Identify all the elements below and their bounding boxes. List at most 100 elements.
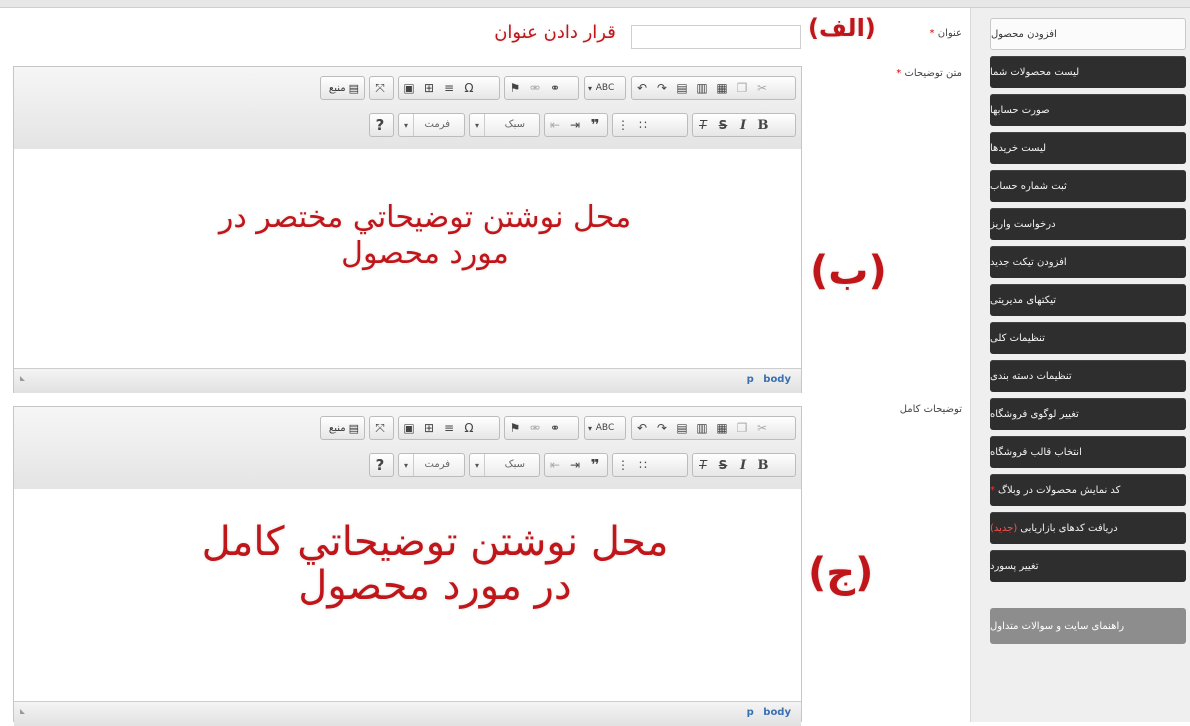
help-icon[interactable]: ? — [370, 114, 390, 136]
italic-icon[interactable]: I — [733, 114, 753, 136]
maximize-icon[interactable]: ⤧ — [370, 77, 390, 99]
paste-word-icon[interactable]: ▤ — [672, 417, 692, 439]
sidebar-item-select-template[interactable]: انتخاب قالب فروشگاه — [990, 436, 1186, 468]
top-border — [0, 0, 1190, 8]
help-group: ? — [369, 113, 394, 137]
sidebar-item-product-list[interactable]: لیست محصولات شما — [990, 56, 1186, 88]
sidebar-item-help-faq[interactable]: راهنمای سایت و سوالات متداول — [990, 608, 1186, 644]
sidebar-item-category-settings[interactable]: تنظیمات دسته بندی — [990, 360, 1186, 392]
bold-icon[interactable]: B — [753, 454, 773, 476]
clipboard-group: ↶ ↷ ▤ ▥ ▦ ❐ ✂ — [631, 416, 796, 440]
sidebar-item-blog-code[interactable]: کد نمایش محصولات در وبلاگ * — [990, 474, 1186, 506]
anchor-flag-icon[interactable]: ⚑ — [505, 77, 525, 99]
image-icon[interactable]: ▣ — [399, 77, 419, 99]
sidebar-item-change-logo[interactable]: تغییر لوگوی فروشگاه — [990, 398, 1186, 430]
title-input[interactable] — [631, 25, 801, 49]
redo-icon[interactable]: ↷ — [652, 417, 672, 439]
italic-icon[interactable]: I — [733, 454, 753, 476]
source-button[interactable]: ▤ منبع — [320, 76, 365, 100]
anchor-flag-icon[interactable]: ⚑ — [505, 417, 525, 439]
link-group: ⚑ ⚮ ⚭ — [504, 416, 579, 440]
copy-icon[interactable]: ❐ — [732, 77, 752, 99]
undo-icon[interactable]: ↶ — [632, 77, 652, 99]
sidebar-item-invoices[interactable]: صورت حسابها — [990, 94, 1186, 126]
undo-icon[interactable]: ↶ — [632, 417, 652, 439]
cut-icon[interactable]: ✂ — [752, 417, 772, 439]
redo-icon[interactable]: ↷ — [652, 77, 672, 99]
unlink-icon[interactable]: ⚮ — [525, 417, 545, 439]
annotation-be: (ب) — [810, 248, 887, 294]
style-combo[interactable]: سبک ▾ — [469, 453, 540, 477]
paste-text-icon[interactable]: ▥ — [692, 77, 712, 99]
sidebar-item-purchases[interactable]: لیست خریدها — [990, 132, 1186, 164]
element-path[interactable]: p body — [747, 374, 791, 385]
maximize-group: ⤧ — [369, 76, 394, 100]
special-char-icon[interactable]: Ω — [459, 417, 479, 439]
spellcheck-icon[interactable]: ABC — [595, 417, 615, 439]
resize-handle[interactable] — [20, 709, 25, 714]
sidebar-item-new-ticket[interactable]: افزودن تیکت جدید — [990, 246, 1186, 278]
bold-icon[interactable]: B — [753, 114, 773, 136]
sidebar-item-general-settings[interactable]: تنظیمات کلی — [990, 322, 1186, 354]
editor-toolbar: ↶ ↷ ▤ ▥ ▦ ❐ ✂ ▾ ABC ⚑ ⚮ ⚭ ▣ ⊞ ≡ Ω ⤧ ▤ من… — [14, 67, 801, 150]
sidebar-item-add-product[interactable]: افزودن محصول — [990, 18, 1186, 50]
sidebar-item-change-password[interactable]: تغییر پسورد — [990, 550, 1186, 582]
cut-icon[interactable]: ✂ — [752, 77, 772, 99]
dropdown-arrow-icon: ▾ — [399, 454, 414, 476]
dropdown-arrow-icon[interactable]: ▾ — [585, 417, 595, 439]
remove-format-icon[interactable]: T̶ — [693, 454, 713, 476]
horizontal-rule-icon[interactable]: ≡ — [439, 77, 459, 99]
resize-handle[interactable] — [20, 376, 25, 381]
sidebar-item-account-number[interactable]: ثبت شماره حساب — [990, 170, 1186, 202]
horizontal-rule-icon[interactable]: ≡ — [439, 417, 459, 439]
paste-word-icon[interactable]: ▤ — [672, 77, 692, 99]
sidebar-item-withdraw-request[interactable]: درخواست واریز — [990, 208, 1186, 240]
image-icon[interactable]: ▣ — [399, 417, 419, 439]
bulleted-list-icon[interactable]: ∷ — [633, 114, 653, 136]
table-icon[interactable]: ⊞ — [419, 77, 439, 99]
blockquote-icon[interactable]: ❞ — [585, 454, 605, 476]
indent-icon[interactable]: ⇥ — [565, 114, 585, 136]
basic-styles-group: T̶ S I B — [692, 453, 796, 477]
strike-icon[interactable]: S — [713, 114, 733, 136]
paste-icon[interactable]: ▦ — [712, 417, 732, 439]
table-icon[interactable]: ⊞ — [419, 417, 439, 439]
outdent-icon[interactable]: ⇤ — [545, 114, 565, 136]
sidebar-item-marketing-codes[interactable]: دریافت کدهای بازاریابی (جدید) — [990, 512, 1186, 544]
strike-icon[interactable]: S — [713, 454, 733, 476]
paste-icon[interactable]: ▦ — [712, 77, 732, 99]
editor-status-bar: p body — [14, 701, 801, 726]
new-badge: (جدید) — [990, 522, 1018, 534]
numbered-list-icon[interactable]: ⋮ — [613, 454, 633, 476]
bulleted-list-icon[interactable]: ∷ — [633, 454, 653, 476]
spellcheck-group: ▾ ABC — [584, 76, 626, 100]
insert-group: ▣ ⊞ ≡ Ω — [398, 416, 500, 440]
unlink-icon[interactable]: ⚮ — [525, 77, 545, 99]
element-path[interactable]: p body — [747, 707, 791, 718]
list-group: ⋮ ∷ — [612, 113, 688, 137]
sidebar-item-admin-tickets[interactable]: تیکتهای مدیریتی — [990, 284, 1186, 316]
special-char-icon[interactable]: Ω — [459, 77, 479, 99]
basic-styles-group: T̶ S I B — [692, 113, 796, 137]
dropdown-arrow-icon[interactable]: ▾ — [585, 77, 595, 99]
spellcheck-icon[interactable]: ABC — [595, 77, 615, 99]
indent-group: ⇤ ⇥ ❞ — [544, 453, 608, 477]
maximize-icon[interactable]: ⤧ — [370, 417, 390, 439]
outdent-icon[interactable]: ⇤ — [545, 454, 565, 476]
format-combo[interactable]: فرمت ▾ — [398, 453, 465, 477]
insert-group: ▣ ⊞ ≡ Ω — [398, 76, 500, 100]
source-button[interactable]: ▤ منبع — [320, 416, 365, 440]
copy-icon[interactable]: ❐ — [732, 417, 752, 439]
help-icon[interactable]: ? — [370, 454, 390, 476]
format-combo[interactable]: فرمت ▾ — [398, 113, 465, 137]
dropdown-arrow-icon: ▾ — [470, 114, 485, 136]
indent-icon[interactable]: ⇥ — [565, 454, 585, 476]
blockquote-icon[interactable]: ❞ — [585, 114, 605, 136]
link-icon[interactable]: ⚭ — [545, 417, 565, 439]
remove-format-icon[interactable]: T̶ — [693, 114, 713, 136]
link-icon[interactable]: ⚭ — [545, 77, 565, 99]
paste-text-icon[interactable]: ▥ — [692, 417, 712, 439]
style-combo[interactable]: سبک ▾ — [469, 113, 540, 137]
spellcheck-group: ▾ ABC — [584, 416, 626, 440]
numbered-list-icon[interactable]: ⋮ — [613, 114, 633, 136]
